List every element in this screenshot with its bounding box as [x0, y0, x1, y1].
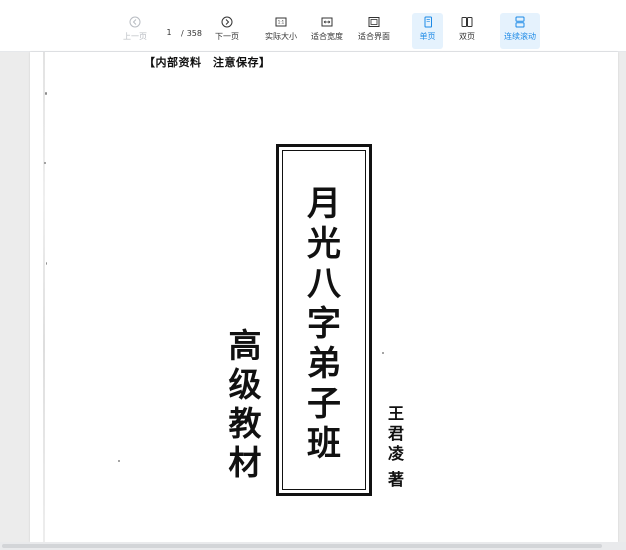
- double-page-label: 双页: [459, 32, 475, 41]
- scan-speck: [44, 162, 46, 164]
- scan-speck: [118, 460, 120, 462]
- actual-size-icon: 1:1: [275, 16, 287, 28]
- scan-speck: [46, 262, 47, 265]
- horizontal-scrollbar[interactable]: [0, 542, 626, 550]
- next-page-label: 下一页: [215, 32, 239, 41]
- prev-page-label: 上一页: [123, 32, 147, 41]
- subtitle-char: 级: [228, 365, 262, 404]
- single-page-label: 单页: [419, 32, 436, 41]
- chevron-right-circle-icon: [221, 16, 233, 28]
- scan-binding-shadow: [43, 52, 45, 542]
- continuous-scroll-icon: [514, 16, 526, 28]
- next-page-button[interactable]: 下一页: [212, 16, 242, 48]
- chevron-left-circle-icon: [129, 16, 141, 28]
- single-page-icon: [422, 16, 434, 28]
- single-page-button[interactable]: 单页: [412, 13, 443, 49]
- scan-speck: [382, 352, 384, 354]
- title-char: 字: [307, 304, 341, 344]
- scan-speck: [45, 92, 47, 95]
- author-char: 王: [387, 404, 404, 423]
- title-char: 光: [307, 224, 341, 264]
- author-suffix: 著: [387, 470, 404, 489]
- total-pages: 358: [186, 28, 202, 38]
- author-char: 凌: [387, 444, 404, 463]
- scrollbar-thumb[interactable]: [2, 544, 602, 548]
- current-page-input[interactable]: 1: [160, 26, 178, 40]
- internal-material-note: 【内部资料 注意保存】: [144, 56, 271, 69]
- fit-width-button[interactable]: 适合宽度: [309, 16, 345, 48]
- pdf-toolbar: 上一页 1 / 358 下一页 1:1 实际大小 适合宽度 适合界面 单页 双页…: [0, 0, 626, 52]
- book-author: 王 君 凌: [384, 404, 408, 464]
- prev-page-button[interactable]: 上一页: [120, 16, 150, 48]
- book-subtitle: 高 级 教 材: [220, 326, 270, 482]
- author-char: 君: [387, 424, 404, 443]
- pdf-page: 【内部资料 注意保存】 月 光 八 字 弟 子 班 高 级 教 材 王 君 凌 …: [30, 52, 618, 542]
- fit-width-icon: [321, 16, 333, 28]
- subtitle-char: 教: [228, 404, 262, 443]
- actual-size-label: 实际大小: [265, 32, 297, 41]
- fit-page-icon: [368, 16, 380, 28]
- continuous-scroll-label: 连续滚动: [504, 32, 536, 41]
- page-indicator: 1 / 358: [160, 26, 202, 40]
- svg-text:1:1: 1:1: [278, 20, 285, 25]
- double-page-button[interactable]: 双页: [452, 16, 482, 48]
- title-char: 弟: [307, 344, 341, 384]
- book-title: 月 光 八 字 弟 子 班: [280, 184, 368, 464]
- title-char: 月: [307, 184, 341, 224]
- title-char: 子: [307, 384, 341, 424]
- subtitle-char: 高: [228, 326, 262, 365]
- actual-size-button[interactable]: 1:1 实际大小: [263, 16, 299, 48]
- fit-page-label: 适合界面: [358, 32, 390, 41]
- fit-width-label: 适合宽度: [311, 32, 343, 41]
- subtitle-char: 材: [228, 443, 262, 482]
- title-char: 八: [307, 264, 341, 304]
- title-char: 班: [307, 424, 341, 464]
- double-page-icon: [461, 16, 473, 28]
- fit-page-button[interactable]: 适合界面: [356, 16, 392, 48]
- page-separator: /: [181, 28, 184, 38]
- continuous-scroll-button[interactable]: 连续滚动: [500, 13, 540, 49]
